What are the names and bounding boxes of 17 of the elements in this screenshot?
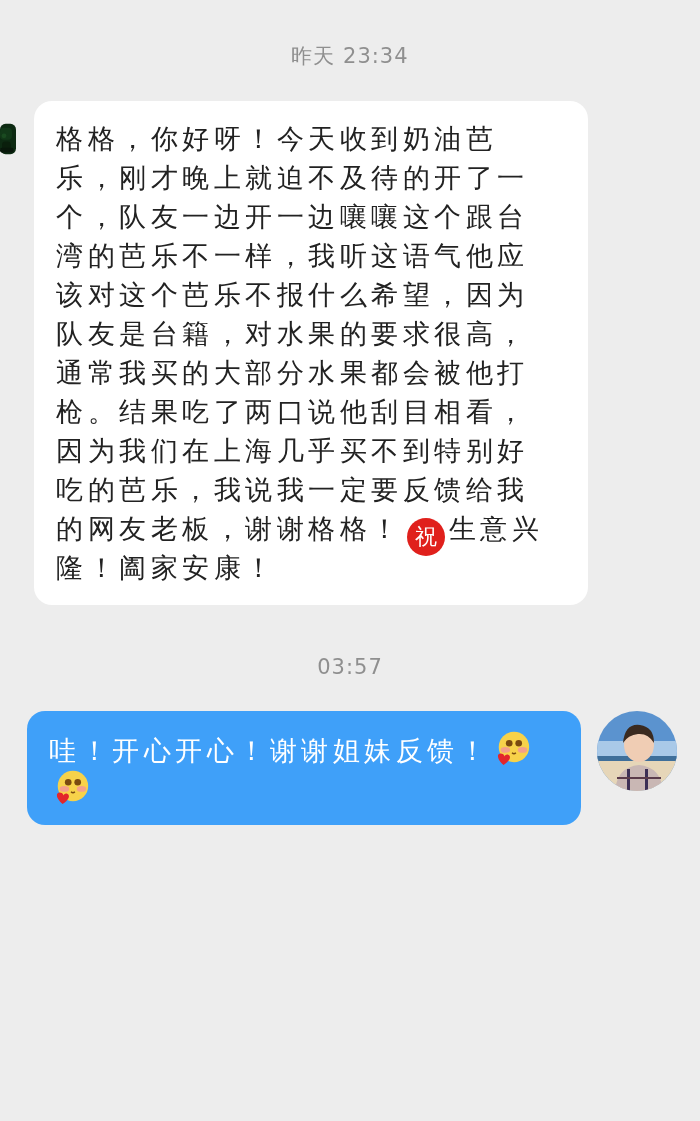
message-text: 格格，你好呀！今天收到奶油芭: [56, 123, 497, 154]
message-text: 的网友老板，谢谢格格！: [56, 513, 403, 544]
timestamp: 03:57: [317, 654, 383, 681]
timestamp: 昨天 23:34: [291, 43, 409, 70]
message-text: 该对这个芭乐不报什么希望，因为: [56, 279, 529, 310]
blessing-badge: 祝: [406, 518, 445, 556]
message-text: 湾的芭乐不一样，我听这语气他应: [56, 240, 529, 271]
message-text: 枪。结果吃了两口说他刮目相看，: [56, 396, 529, 427]
message-text: 因为我们在上海几乎买不到特别好: [56, 435, 529, 466]
message-text: 队友是台籍，对水果的要求很高，: [56, 318, 529, 349]
message-text: 通常我买的大部分水果都会被他打: [56, 357, 529, 388]
message-text: 生意兴: [448, 513, 543, 544]
message-text: 隆！阖家安康！: [56, 552, 277, 583]
message-text: 吃的芭乐，我说我一定要反馈给我: [56, 474, 529, 505]
message-text: 乐，刚才晚上就迫不及待的开了一: [56, 162, 529, 193]
message-text: 哇！开心开心！谢谢姐妹反馈！: [49, 735, 490, 766]
message-text: 个，队友一边开一边嚷嚷这个跟台: [56, 201, 529, 232]
